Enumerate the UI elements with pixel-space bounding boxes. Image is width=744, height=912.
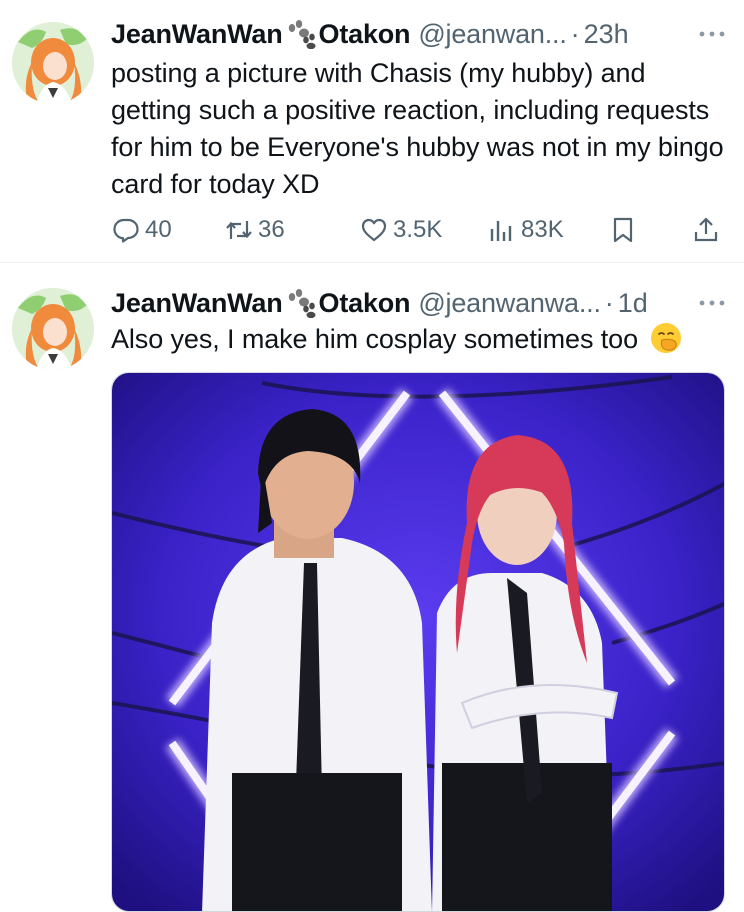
views-icon [490, 221, 512, 241]
hand-over-mouth-emoji [649, 321, 683, 355]
display-name-suffix[interactable]: Otakon [319, 288, 411, 319]
reply-icon [113, 218, 139, 243]
tweet[interactable]: JeanWanWan Otakon @jeanwanwa... · 1d Als… [0, 263, 744, 912]
handle[interactable]: @jeanwanwa... [418, 288, 601, 319]
tweet-text: Also yes, I make him cosplay sometimes t… [111, 321, 724, 358]
more-icon[interactable] [696, 22, 728, 46]
tweet[interactable]: JeanWanWan Otakon @jeanwan... · 23h post… [0, 0, 744, 262]
timestamp[interactable]: 1d [618, 288, 648, 319]
display-name[interactable]: JeanWanWan [111, 288, 283, 319]
timestamp[interactable]: 23h [584, 19, 629, 50]
views-button[interactable]: 83K [487, 210, 564, 250]
bookmark-icon [613, 217, 633, 243]
more-icon[interactable] [696, 291, 728, 315]
tweet-photo[interactable] [111, 372, 725, 912]
share-icon [694, 217, 718, 242]
paw-emoji [284, 288, 318, 319]
separator: · [570, 18, 580, 49]
tweet-actions: 40 36 3.5K 83K [111, 210, 724, 250]
paw-emoji [284, 19, 318, 50]
tweet-text: posting a picture with Chasis (my hubby)… [111, 58, 724, 199]
tweet-text-content: Also yes, I make him cosplay sometimes t… [111, 324, 638, 354]
avatar[interactable] [12, 22, 94, 104]
reply-count: 40 [145, 216, 172, 243]
display-name[interactable]: JeanWanWan [111, 19, 283, 50]
views-count: 83K [521, 216, 564, 243]
separator: · [604, 287, 614, 318]
like-count: 3.5K [393, 216, 443, 243]
retweet-icon [226, 221, 252, 239]
retweet-button[interactable]: 36 [224, 210, 285, 250]
reply-button[interactable]: 40 [111, 210, 172, 250]
bookmark-button[interactable] [608, 210, 642, 250]
retweet-count: 36 [258, 216, 285, 243]
handle[interactable]: @jeanwan... [418, 19, 566, 50]
like-icon [361, 218, 387, 242]
tweet-header: JeanWanWan Otakon @jeanwan... · 23h [111, 14, 732, 54]
display-name-suffix[interactable]: Otakon [319, 19, 411, 50]
like-button[interactable]: 3.5K [359, 210, 442, 250]
avatar[interactable] [12, 288, 94, 370]
share-button[interactable] [691, 210, 725, 250]
tweet-header: JeanWanWan Otakon @jeanwanwa... · 1d [111, 283, 732, 323]
